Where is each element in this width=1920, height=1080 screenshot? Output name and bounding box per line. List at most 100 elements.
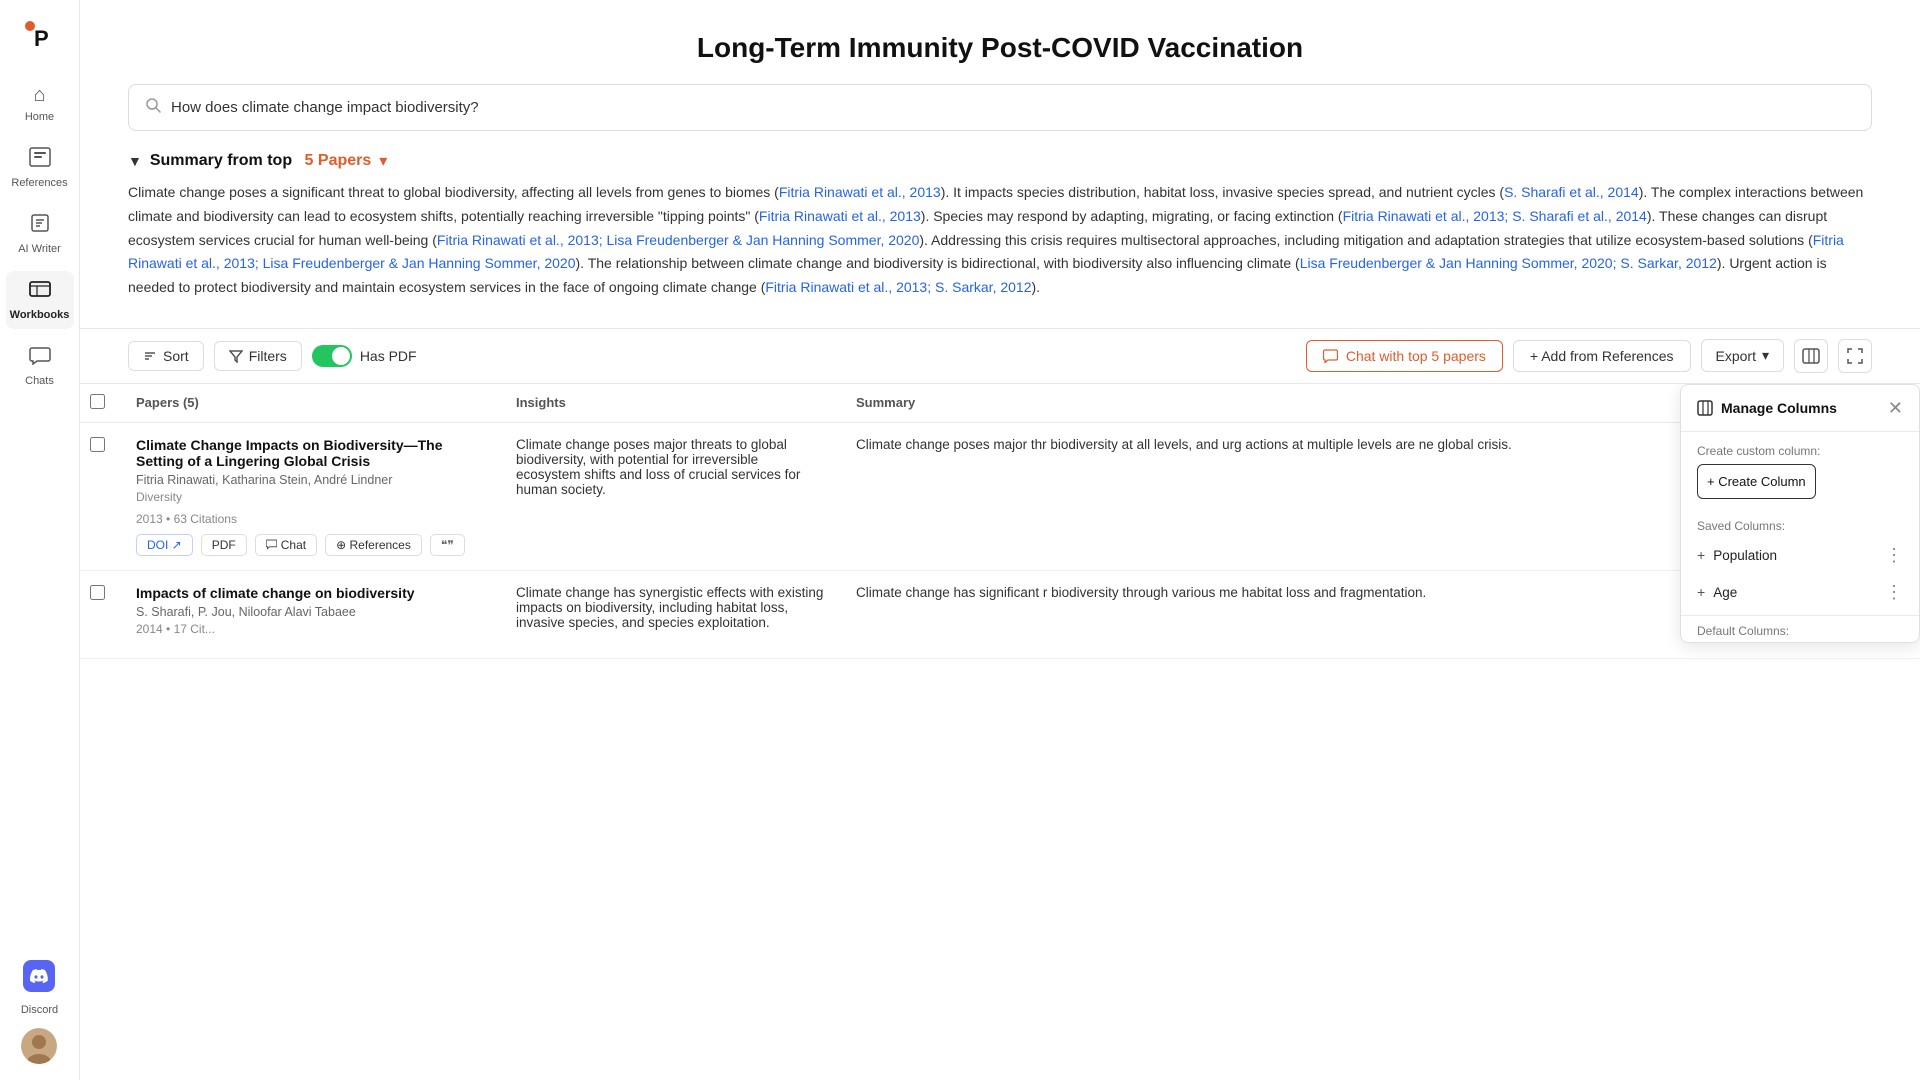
insights-cell-2: Climate change has synergistic effects w… — [500, 570, 840, 658]
chat-top-papers-button[interactable]: Chat with top 5 papers — [1306, 340, 1503, 372]
population-more-button[interactable]: ⋮ — [1885, 545, 1903, 566]
summary-label: Summary from top — [150, 152, 297, 170]
paper-cell-1: Climate Change Impacts on Biodiversity—T… — [120, 422, 500, 570]
sidebar-item-home[interactable]: ⌂ Home — [6, 76, 74, 131]
paper-authors-1: Fitria Rinawati, Katharina Stein, André … — [136, 473, 484, 487]
search-input[interactable] — [171, 99, 1855, 116]
add-btn-label: + Add from References — [1530, 348, 1674, 364]
sidebar-item-chats[interactable]: Chats — [6, 337, 74, 395]
chat-btn-label: Chat with top 5 papers — [1346, 348, 1486, 364]
panel-header: Manage Columns ✕ — [1681, 385, 1919, 432]
column-item-age: + Age ⋮ — [1681, 574, 1919, 611]
discord-label: Discord — [21, 1004, 58, 1016]
references-badge[interactable]: ⊕ References — [325, 534, 422, 556]
chats-icon — [29, 345, 51, 371]
app-logo[interactable]: P — [20, 16, 60, 56]
row-checkbox-cell[interactable] — [80, 422, 120, 570]
default-columns-label: Default Columns: — [1681, 615, 1919, 642]
paper-title-2[interactable]: Impacts of climate change on biodiversit… — [136, 585, 484, 601]
manage-columns-panel: Manage Columns ✕ Create custom column: +… — [1680, 384, 1920, 643]
has-pdf-label: Has PDF — [360, 348, 417, 364]
sidebar-references-label: References — [11, 177, 67, 189]
summary-ref-4[interactable]: Fitria Rinawati et al., 2013; S. Sharafi… — [1343, 208, 1647, 224]
panel-title: Manage Columns — [1697, 400, 1837, 416]
add-age-icon[interactable]: + — [1697, 584, 1705, 600]
sort-button[interactable]: Sort — [128, 341, 204, 371]
sidebar-item-ai-writer[interactable]: AI Writer — [6, 205, 74, 263]
user-avatar[interactable] — [21, 1028, 57, 1064]
row-checkbox-cell[interactable] — [80, 570, 120, 658]
column-item-population: + Population ⋮ — [1681, 537, 1919, 574]
summary-ref-2[interactable]: S. Sharafi et al., 2014 — [1504, 184, 1639, 200]
summary-ref-7[interactable]: Lisa Freudenberger & Jan Hanning Sommer,… — [1300, 255, 1717, 271]
fullscreen-button[interactable] — [1838, 339, 1872, 373]
home-icon: ⌂ — [33, 84, 45, 107]
summary-caret-icon[interactable]: ▾ — [379, 151, 387, 171]
manage-columns-title: Manage Columns — [1721, 400, 1837, 416]
pdf-badge[interactable]: PDF — [201, 534, 247, 556]
collapse-icon[interactable]: ▼ — [128, 153, 142, 169]
toggle-knob — [332, 347, 350, 365]
summary-ref-1[interactable]: Fitria Rinawati et al., 2013 — [779, 184, 941, 200]
has-pdf-toggle-container: Has PDF — [312, 345, 417, 367]
discord-button[interactable] — [23, 960, 55, 992]
population-label: Population — [1713, 548, 1777, 563]
has-pdf-toggle[interactable] — [312, 345, 352, 367]
paper-cell-2: Impacts of climate change on biodiversit… — [120, 570, 500, 658]
summary-ref-8[interactable]: Fitria Rinawati et al., 2013; S. Sarkar,… — [765, 279, 1031, 295]
sidebar: P ⌂ Home References AI Writer — [0, 0, 80, 1080]
summary-ref-3[interactable]: Fitria Rinawati et al., 2013 — [759, 208, 921, 224]
ai-writer-icon — [29, 213, 51, 239]
add-references-button[interactable]: + Add from References — [1513, 340, 1691, 372]
paper-year-2: 2014 • 17 Cit... — [136, 622, 484, 636]
main-content: Long-Term Immunity Post-COVID Vaccinatio… — [80, 0, 1920, 1080]
summary-section: ▼ Summary from top 5 Papers ▾ Climate ch… — [128, 151, 1872, 300]
export-button[interactable]: Export ▾ — [1701, 339, 1785, 372]
sidebar-item-references[interactable]: References — [6, 139, 74, 197]
create-btn-label: + Create Column — [1707, 474, 1806, 489]
search-icon — [145, 97, 161, 118]
sidebar-chats-label: Chats — [25, 375, 54, 387]
export-label: Export — [1716, 348, 1756, 364]
papers-column-header: Papers (5) — [120, 384, 500, 423]
create-column-label: Create custom column: — [1681, 432, 1919, 464]
chat-icon — [1323, 348, 1338, 363]
fullscreen-icon — [1847, 348, 1863, 364]
sidebar-workbooks-label: Workbooks — [10, 309, 70, 321]
paper-authors-2: S. Sharafi, P. Jou, Niloofar Alavi Tabae… — [136, 605, 484, 619]
search-bar — [128, 84, 1872, 131]
columns-panel-icon — [1697, 400, 1713, 416]
summary-ref-5[interactable]: Fitria Rinawati et al., 2013; Lisa Freud… — [437, 232, 920, 248]
papers-table: Papers (5) Insights Summary — [80, 384, 1920, 659]
create-column-button[interactable]: + Create Column — [1697, 464, 1816, 499]
svg-text:P: P — [34, 26, 49, 51]
sidebar-ai-writer-label: AI Writer — [18, 243, 61, 255]
doi-badge[interactable]: DOI ↗ — [136, 534, 193, 556]
quote-badge[interactable]: ❝❞ — [430, 534, 465, 556]
sort-label: Sort — [163, 348, 189, 364]
row-checkbox[interactable] — [90, 437, 105, 452]
checkbox-header[interactable] — [80, 384, 120, 423]
add-population-icon[interactable]: + — [1697, 547, 1705, 563]
columns-toggle-button[interactable] — [1794, 339, 1828, 373]
sidebar-item-workbooks[interactable]: Workbooks — [6, 271, 74, 329]
column-item-left: + Age — [1697, 584, 1737, 600]
age-more-button[interactable]: ⋮ — [1885, 582, 1903, 603]
chat-badge[interactable]: Chat — [255, 534, 317, 556]
sort-icon — [143, 349, 157, 363]
summary-papers-count[interactable]: 5 Papers — [305, 152, 372, 170]
summary-text: Climate change poses a significant threa… — [128, 181, 1872, 300]
insights-column-header: Insights — [500, 384, 840, 423]
summary-header: ▼ Summary from top 5 Papers ▾ — [128, 151, 1872, 171]
references-icon — [29, 147, 51, 173]
table-area: Sort Filters Has PDF Chat with top 5 pap — [80, 328, 1920, 1080]
insights-cell-1: Climate change poses major threats to gl… — [500, 422, 840, 570]
paper-title-1[interactable]: Climate Change Impacts on Biodiversity—T… — [136, 437, 484, 469]
papers-table-container[interactable]: Papers (5) Insights Summary — [80, 384, 1920, 1080]
row-checkbox[interactable] — [90, 585, 105, 600]
panel-close-button[interactable]: ✕ — [1888, 399, 1903, 417]
chat-badge-icon — [266, 539, 277, 550]
table-row: Impacts of climate change on biodiversit… — [80, 570, 1920, 658]
select-all-checkbox[interactable] — [90, 394, 105, 409]
filters-button[interactable]: Filters — [214, 341, 302, 371]
